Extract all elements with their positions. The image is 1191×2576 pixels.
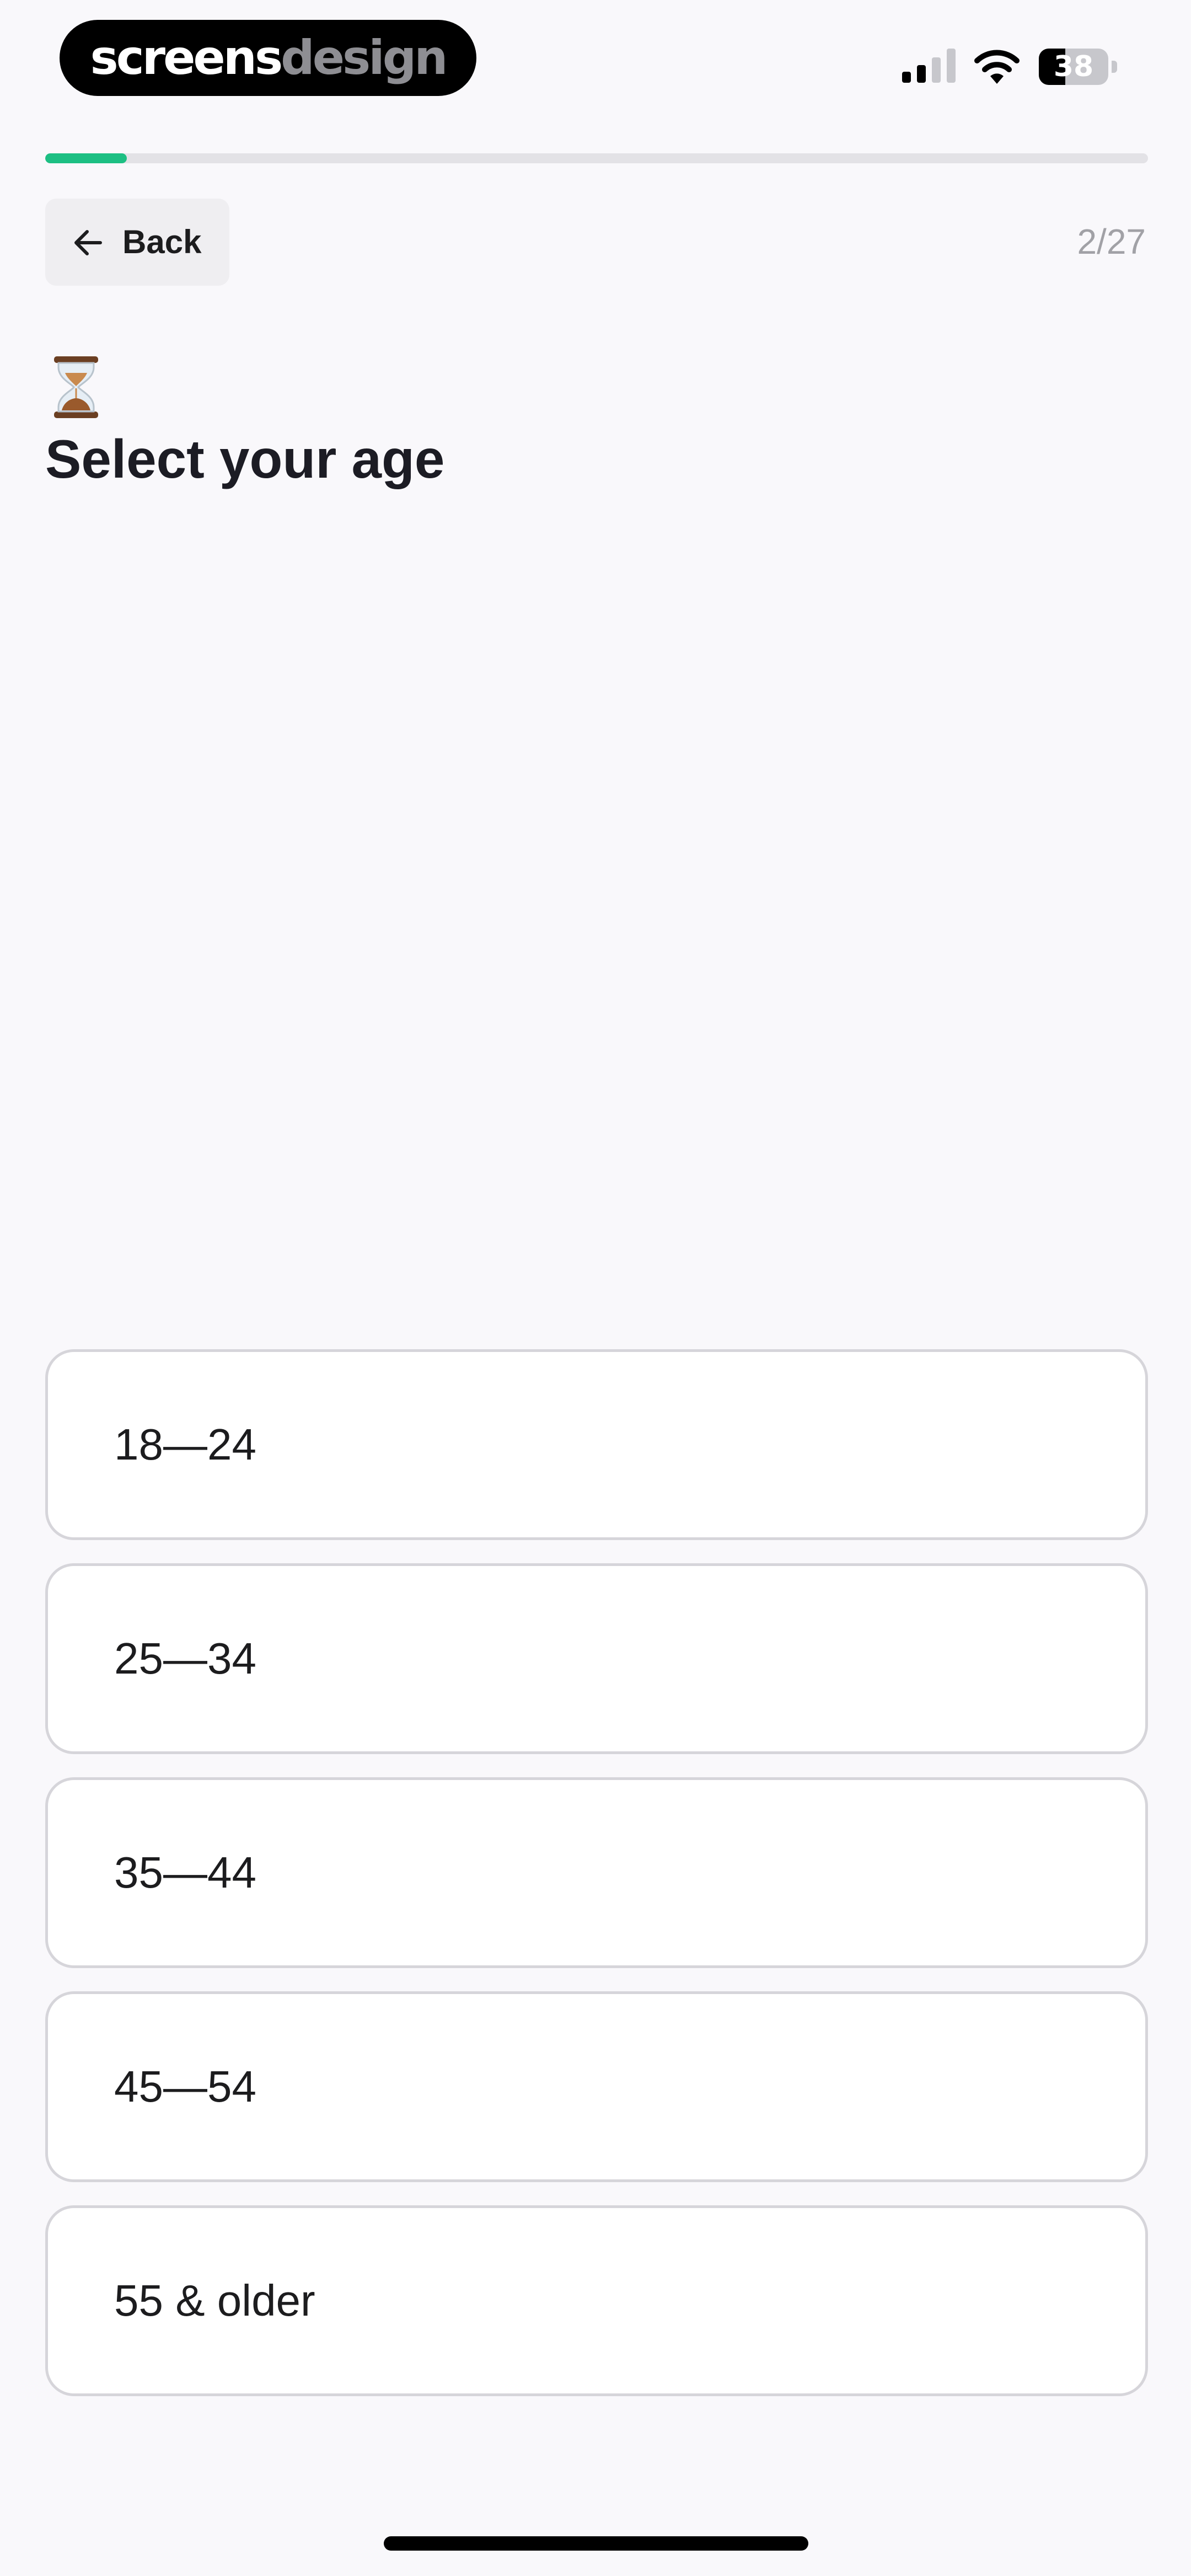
age-option[interactable]: 18—24 — [45, 1349, 1148, 1540]
age-option[interactable]: 45—54 — [45, 1991, 1148, 2182]
brand-text-primary: screens — [90, 30, 283, 85]
step-counter: 2/27 — [1077, 222, 1146, 261]
age-option[interactable]: 25—34 — [45, 1563, 1148, 1754]
age-option[interactable]: 55 & older — [45, 2205, 1148, 2396]
page-title: Select your age — [45, 429, 445, 489]
hourglass-icon — [54, 356, 98, 418]
battery-level: 38 — [1053, 50, 1094, 83]
age-option-label: 35—44 — [114, 1848, 256, 1897]
age-option-label: 45—54 — [114, 2062, 256, 2111]
onboarding-progress-bar — [45, 153, 1148, 163]
status-bar: screens design 38 — [0, 0, 1191, 110]
back-button-label: Back — [122, 223, 202, 260]
age-option-label: 18—24 — [114, 1420, 256, 1469]
age-option[interactable]: 35—44 — [45, 1777, 1148, 1968]
battery-body: 38 — [1039, 49, 1108, 85]
age-option-label: 55 & older — [114, 2276, 315, 2325]
back-button[interactable]: Back — [45, 199, 229, 286]
battery-nub — [1112, 61, 1117, 73]
home-indicator[interactable] — [384, 2536, 808, 2551]
brand-watermark: screens design — [60, 20, 476, 96]
cellular-signal-icon — [902, 49, 956, 83]
age-option-label: 25—34 — [114, 1634, 256, 1683]
brand-text-secondary: design — [281, 30, 448, 85]
arrow-left-icon — [74, 230, 102, 255]
age-options-list: 18—24 25—34 35—44 45—54 55 & older — [45, 1349, 1148, 2419]
wifi-icon — [974, 50, 1020, 84]
battery-icon: 38 — [1039, 49, 1120, 85]
progress-fill — [45, 153, 127, 163]
